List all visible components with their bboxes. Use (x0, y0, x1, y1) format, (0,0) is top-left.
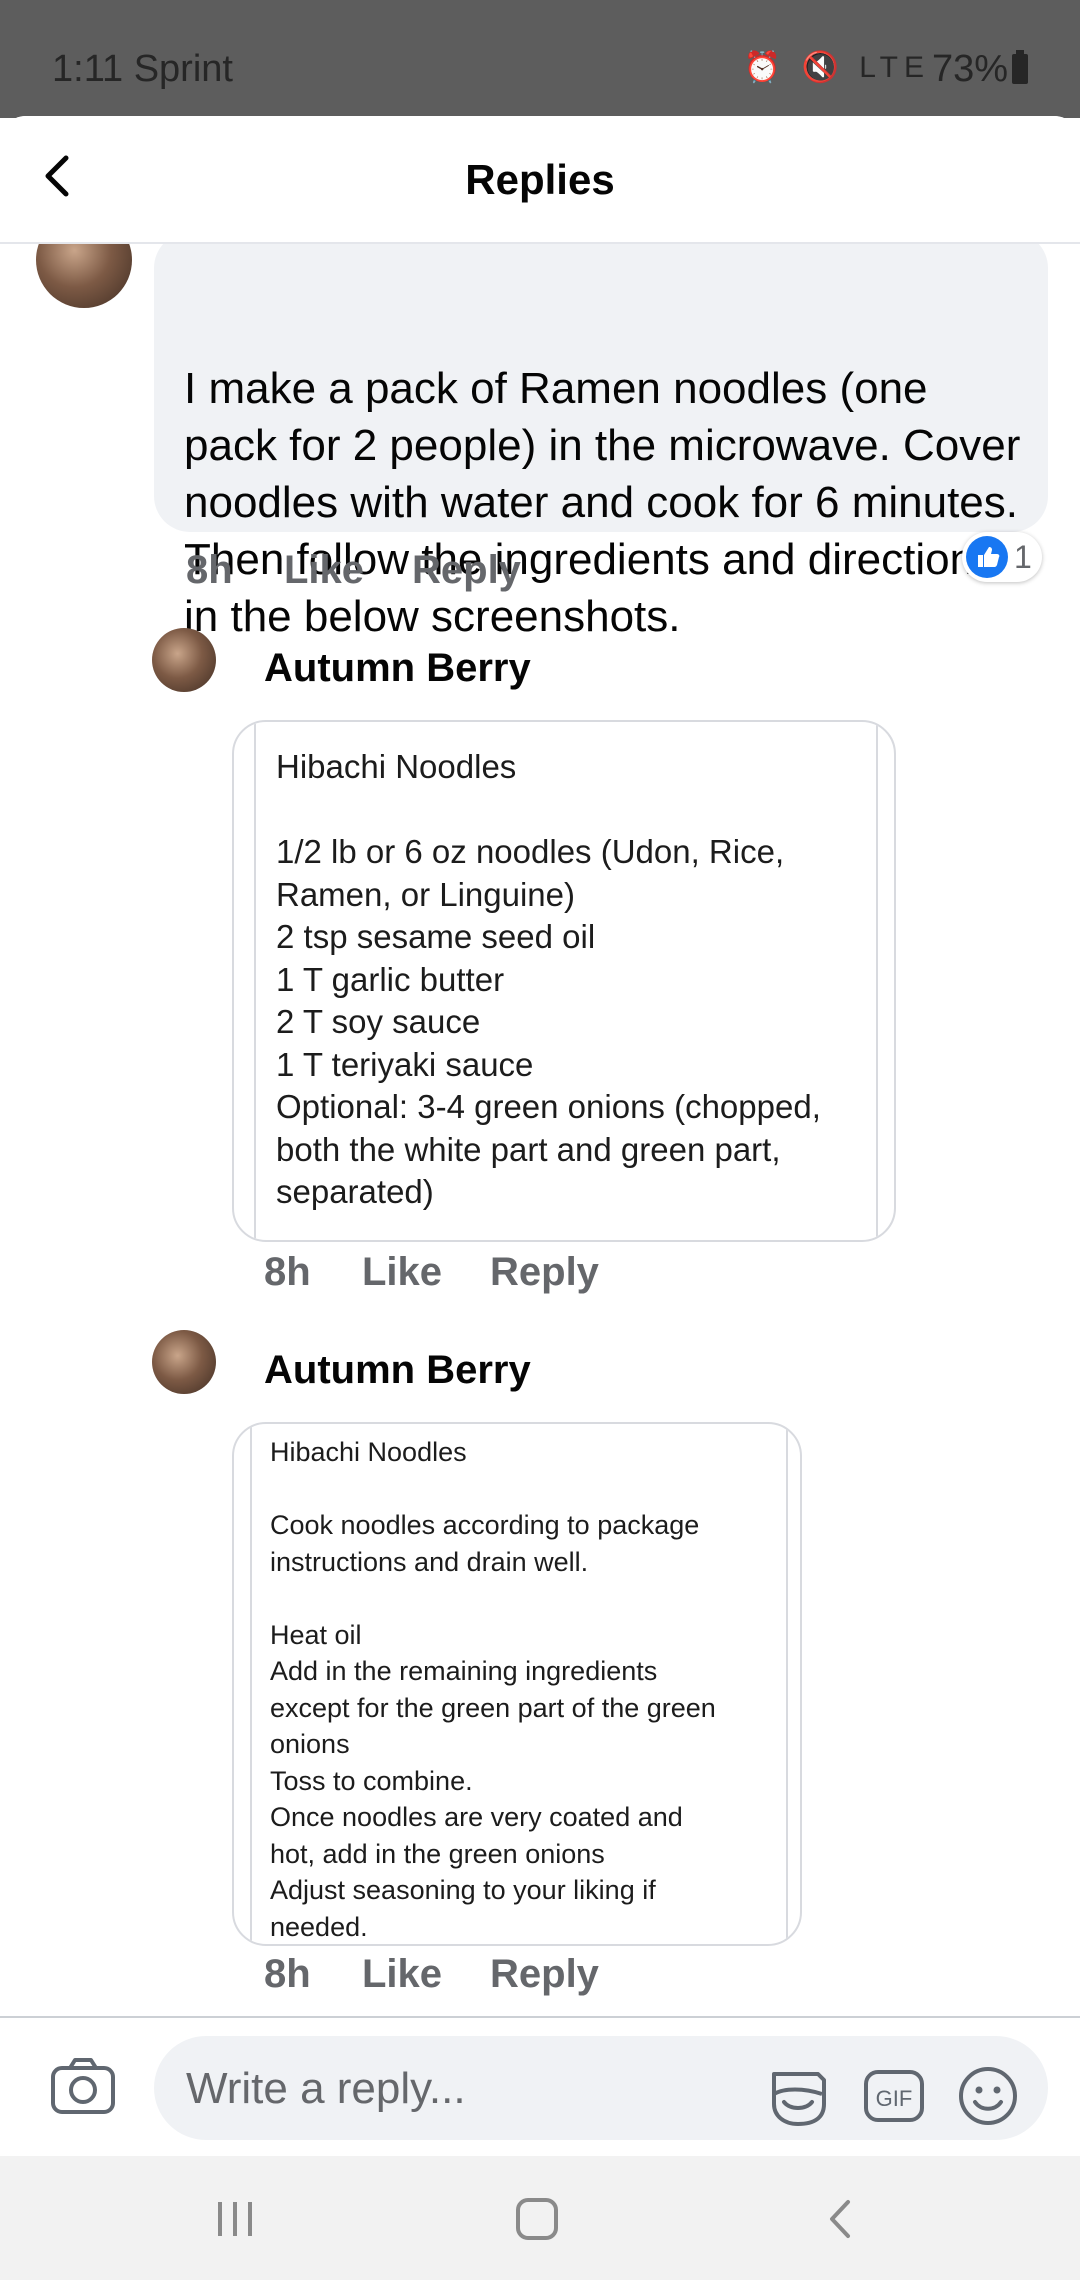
reply-avatar[interactable] (152, 628, 216, 692)
recipe-screenshot-ingredients[interactable]: Hibachi Noodles 1/2 lb or 6 oz noodles (… (232, 720, 896, 1242)
gif-label: GIF (876, 2086, 913, 2111)
battery-percent: 73% (931, 48, 1008, 90)
status-bar: 1:11 Sprint ⏰ 🔇 LTE 73% (0, 0, 1080, 118)
comment-time: 8h (186, 548, 233, 592)
reply-time: 8h (264, 1952, 311, 1996)
screenshot-text: Hibachi Noodles Cook noodles according t… (270, 1437, 716, 1942)
replies-content: I make a pack of Ramen noodles (one pack… (0, 116, 1080, 2280)
like-button[interactable]: Like (362, 1250, 442, 1295)
recent-apps-icon[interactable] (210, 2194, 260, 2244)
thumbs-up-icon (966, 536, 1008, 578)
reply-button[interactable]: Reply (490, 1250, 599, 1295)
comment-text: I make a pack of Ramen noodles (one pack… (184, 364, 1021, 641)
reply-time: 8h (264, 1250, 311, 1294)
reply-button[interactable]: Reply (490, 1952, 599, 1997)
screenshot-text: Hibachi Noodles 1/2 lb or 6 oz noodles (… (276, 748, 821, 1210)
system-nav-bar (0, 2156, 1080, 2280)
battery-icon (1012, 50, 1028, 84)
gif-icon[interactable]: GIF (862, 2064, 926, 2128)
reply-author-name[interactable]: Autumn Berry (264, 646, 531, 691)
reply-composer: Write a reply... GIF (0, 2016, 1080, 2154)
reply-input[interactable]: Write a reply... GIF (154, 2036, 1048, 2140)
replies-sheet: I make a pack of Ramen noodles (one pack… (0, 116, 1080, 2280)
comment-bubble: I make a pack of Ramen noodles (one pack… (154, 232, 1048, 641)
emoji-icon[interactable] (956, 2064, 1020, 2128)
home-icon[interactable] (512, 2194, 562, 2244)
reaction-badge[interactable]: 1 (962, 532, 1042, 582)
replies-header: Replies (0, 116, 1080, 244)
reply-button[interactable]: Reply (412, 548, 521, 593)
battery-indicator: 73% (932, 48, 1028, 91)
recipe-screenshot-directions[interactable]: Hibachi Noodles Cook noodles according t… (232, 1422, 802, 1946)
sticker-icon[interactable] (766, 2064, 830, 2128)
reply-author-name[interactable]: Autumn Berry (264, 1348, 531, 1393)
page-title: Replies (465, 156, 615, 203)
reply-avatar[interactable] (152, 1330, 216, 1394)
like-button[interactable]: Like (362, 1952, 442, 1997)
status-time: 1:11 Sprint (52, 48, 233, 90)
camera-icon[interactable] (50, 2056, 116, 2116)
status-icons: ⏰ 🔇 LTE (743, 51, 930, 84)
back-nav-icon[interactable] (816, 2194, 866, 2244)
reaction-count: 1 (1014, 539, 1032, 575)
reply-placeholder: Write a reply... (186, 2064, 466, 2113)
like-button[interactable]: Like (284, 548, 364, 593)
